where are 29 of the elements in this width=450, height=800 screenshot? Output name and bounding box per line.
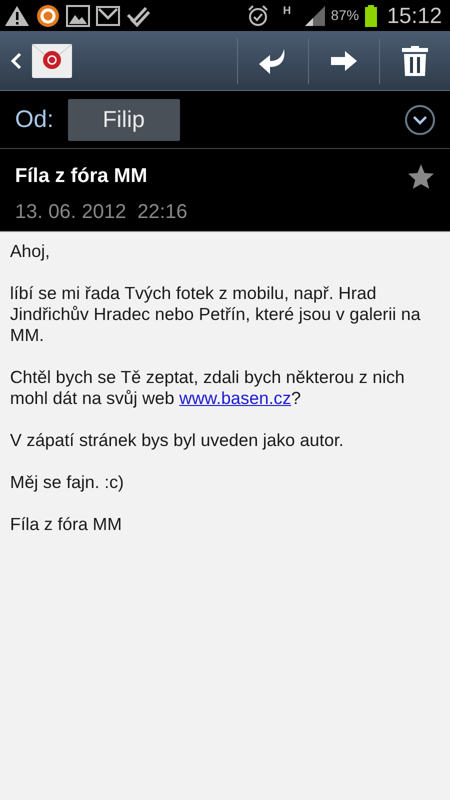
battery-icon	[364, 4, 377, 26]
body-paragraph: líbí se mi řada Tvých fotek z mobilu, např. Hrad Jindřichův Hradec nebo Petřín, které jsou v galerii na MM.	[10, 283, 422, 346]
mail-icon	[96, 6, 120, 26]
battery-percent: 87%	[330, 6, 359, 25]
from-label: Od:	[15, 104, 54, 134]
back-chevron-icon	[10, 52, 22, 70]
chevron-icon	[412, 114, 428, 124]
image-icon	[66, 4, 90, 26]
clock: 15:12	[386, 2, 442, 30]
double-check-icon	[126, 4, 150, 26]
sender-chip[interactable]: Filip	[68, 98, 180, 140]
body-paragraph: Ahoj,	[10, 241, 51, 262]
body-paragraph: Měj se fajn. :c)	[10, 472, 125, 493]
forward-arrow-icon	[330, 50, 358, 72]
alarm-icon	[246, 4, 269, 26]
warning-icon	[4, 4, 30, 26]
email-app-icon	[32, 44, 72, 78]
signal-icon	[304, 6, 325, 26]
body-paragraph: V zápatí stránek bys byl uveden jako autor.	[10, 430, 345, 451]
body-paragraph: Chtěl bych se Tě zeptat, zdali bych některou z nich mohl dát na svůj web www.basen.cz?	[10, 367, 406, 409]
star-icon	[407, 162, 435, 190]
circle-app-icon	[36, 4, 60, 28]
web-link[interactable]: www.basen.cz	[179, 388, 292, 408]
body-paragraph: Fíla z fóra MM	[10, 514, 123, 535]
network-type: H	[282, 4, 291, 19]
expand-toggle[interactable]	[405, 104, 435, 134]
message-date: 13. 06. 2012 22:16	[15, 200, 188, 225]
trash-icon	[401, 46, 429, 76]
message-subject: Fíla z fóra MM	[15, 164, 148, 189]
